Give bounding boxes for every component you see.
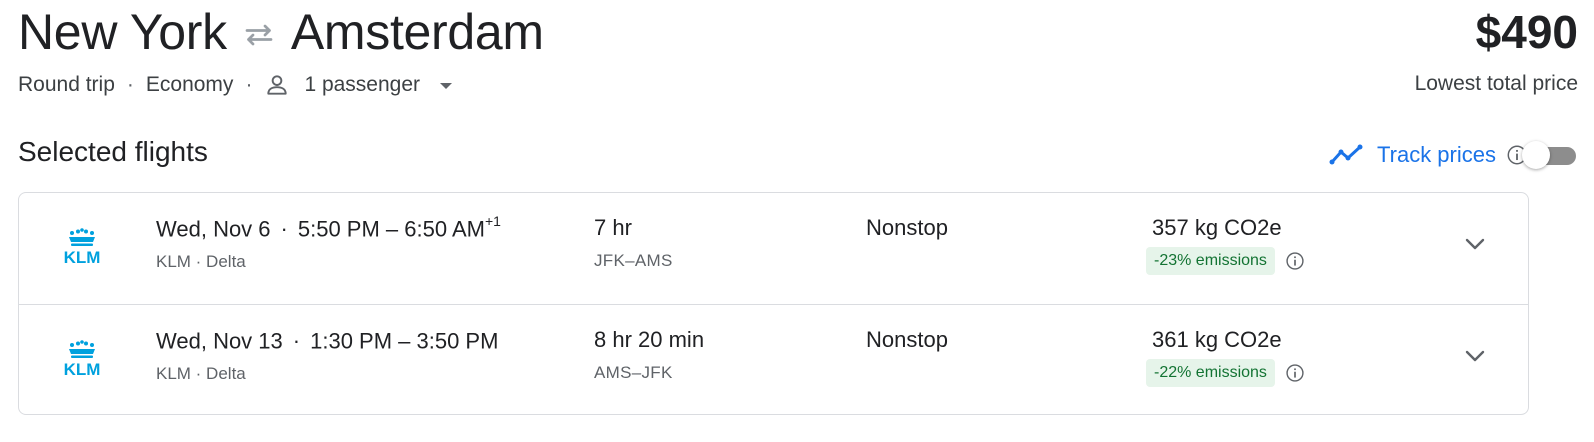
airport-codes: JFK–AMS [594, 251, 673, 270]
track-prices-label[interactable]: Track prices [1377, 142, 1496, 168]
emissions-badge: -23% emissions [1146, 247, 1275, 275]
selected-flights-heading: Selected flights [18, 136, 208, 167]
flight-duration: 8 hr 20 min [594, 327, 705, 352]
caret-down-icon[interactable] [438, 81, 454, 91]
flight-times: Wed, Nov 6 · 5:50 PM – 6:50 AM+1 KLM · Del… [156, 213, 501, 272]
co2-amount: 361 kg CO2e [1152, 327, 1282, 352]
separator: · [280, 216, 288, 242]
passenger-count[interactable]: 1 passenger [304, 73, 420, 97]
flight-times: Wed, Nov 13 · 1:30 PM – 3:50 PM KLM · Delt… [156, 327, 498, 384]
emissions-block: 361 kg CO2e -22% emissions [1146, 327, 1346, 387]
separator: · [245, 73, 253, 96]
trip-type: Round trip [18, 73, 115, 96]
route-title: New York Amsterdam [18, 0, 544, 64]
airline-names: KLM · Delta [156, 252, 246, 272]
separator: · [292, 328, 301, 354]
flight-duration: 7 hr [594, 215, 632, 240]
track-prices-control[interactable]: Track prices [1329, 138, 1528, 172]
flight-time-range: 1:30 PM – 3:50 PM [310, 328, 499, 354]
origin-city: New York [18, 4, 227, 60]
person-icon [267, 75, 288, 95]
co2-amount: 357 kg CO2e [1152, 215, 1282, 240]
info-icon[interactable] [1285, 363, 1305, 383]
flight-row[interactable]: KLM Wed, Nov 13 · 1:30 PM – 3:50 PM KLM · … [19, 304, 1528, 415]
trip-header: New York Amsterdam $490 Lowest total pri… [18, 0, 1578, 120]
destination-city: Amsterdam [290, 4, 544, 60]
flight-date: Wed, Nov 6 [156, 216, 271, 242]
info-icon[interactable] [1285, 251, 1305, 271]
toggle-thumb [1522, 141, 1550, 169]
flight-row[interactable]: KLM Wed, Nov 6 · 5:50 PM – 6:50 AM+1 KLM ·… [19, 193, 1528, 304]
trend-line-icon [1329, 144, 1363, 165]
emissions-block: 357 kg CO2e -23% emissions [1146, 215, 1346, 275]
track-prices-toggle[interactable] [1522, 140, 1576, 170]
price-label: Lowest total price [1414, 72, 1578, 95]
flight-time-range: 5:50 PM – 6:50 AM [297, 216, 485, 242]
selected-flights-list: KLM Wed, Nov 6 · 5:50 PM – 6:50 AM+1 KLM ·… [18, 192, 1529, 415]
day-offset: +1 [484, 213, 501, 229]
swap-arrows-icon[interactable] [241, 17, 277, 53]
airline-names: KLM · Delta [156, 364, 246, 384]
chevron-down-icon[interactable] [1464, 237, 1486, 251]
flight-duration-block: 7 hr JFK–AMS [594, 215, 673, 271]
total-price: $490 [1475, 6, 1578, 58]
flight-date: Wed, Nov 13 [156, 328, 283, 354]
flight-stops: Nonstop [866, 215, 948, 240]
separator: · [126, 73, 134, 96]
klm-logo-text: KLM [64, 360, 101, 379]
klm-logo-icon: KLM [64, 228, 101, 267]
emissions-badge: -22% emissions [1146, 359, 1275, 387]
flight-duration-block: 8 hr 20 min AMS–JFK [594, 327, 704, 383]
flight-stops: Nonstop [866, 327, 948, 352]
chevron-down-icon[interactable] [1464, 349, 1486, 363]
airport-codes: AMS–JFK [594, 363, 673, 382]
klm-logo-text: KLM [64, 248, 101, 267]
cabin-class: Economy [145, 73, 234, 96]
klm-logo-icon: KLM [64, 340, 101, 379]
trip-options: Round trip · Economy · 1 passenger [18, 72, 454, 98]
